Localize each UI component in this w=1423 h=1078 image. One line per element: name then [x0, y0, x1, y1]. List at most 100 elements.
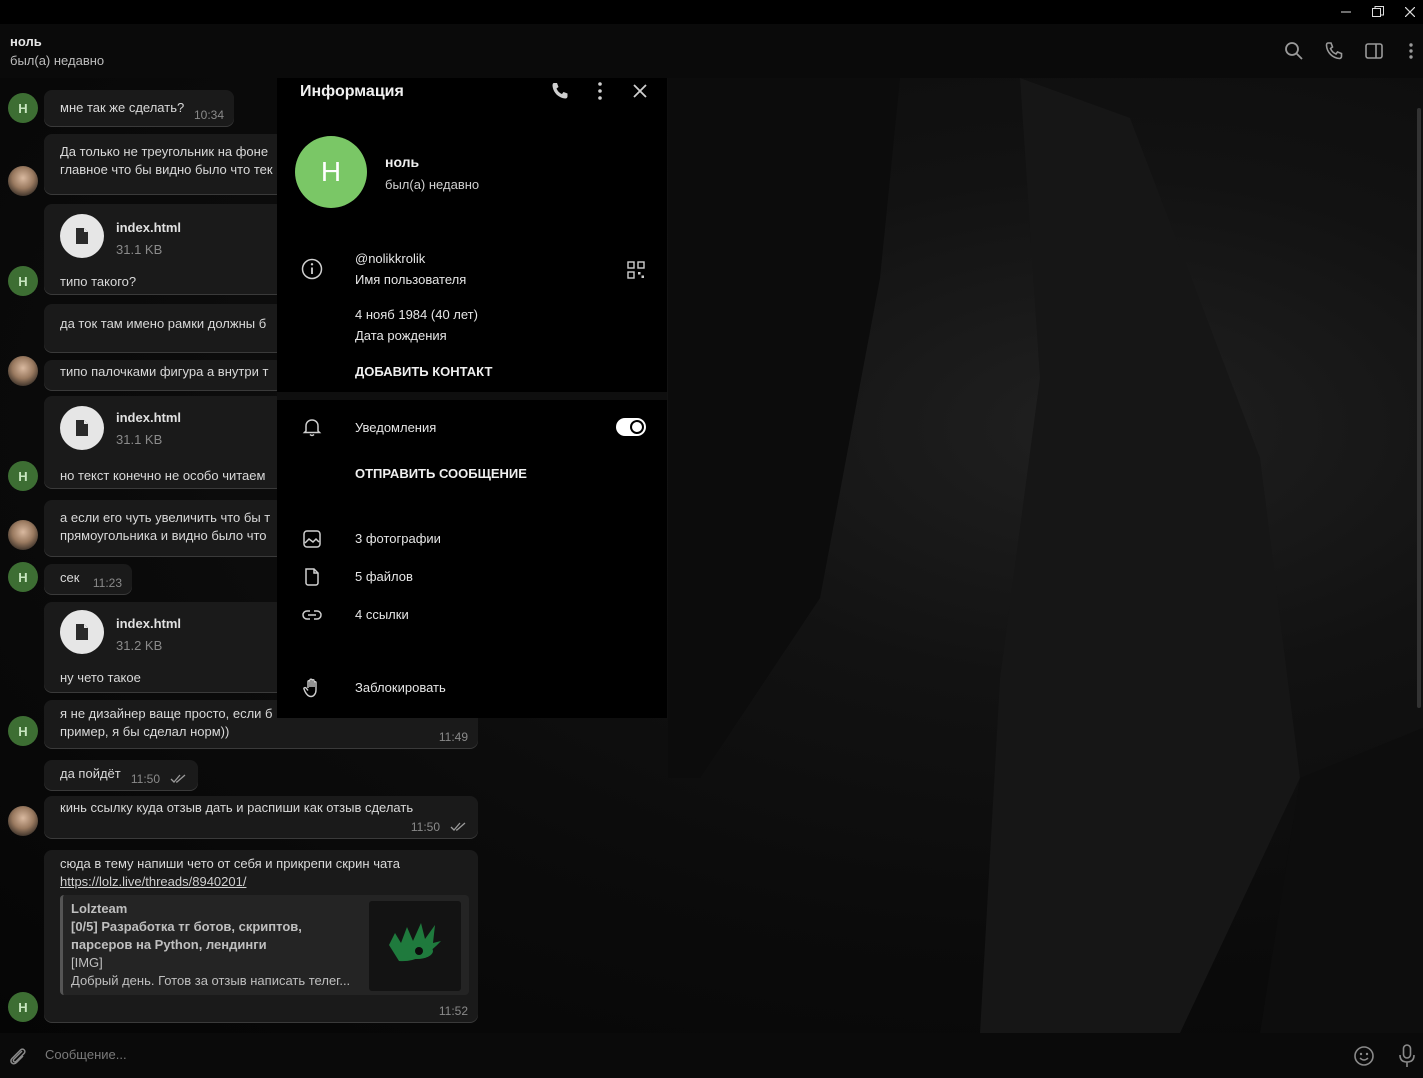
file-size: 31.1 KB: [116, 242, 163, 257]
message-bubble[interactable]: сюда в тему напиши чето от себя и прикре…: [44, 850, 478, 1022]
chat-scrollbar[interactable]: [1417, 108, 1421, 708]
preview-tag: [IMG]: [71, 955, 103, 970]
message-bubble[interactable]: Да только не треугольник на фоне главное…: [44, 134, 284, 194]
emoji-icon[interactable]: [1352, 1044, 1376, 1068]
chat-title[interactable]: ноль: [10, 34, 42, 49]
message-input-bar[interactable]: Сообщение...: [0, 1033, 1423, 1078]
file-icon[interactable]: [60, 214, 104, 258]
message-text: типо такого?: [60, 274, 137, 289]
avatar[interactable]: [8, 520, 38, 550]
notifications-toggle[interactable]: [616, 418, 646, 436]
avatar[interactable]: Н: [8, 461, 38, 491]
sidebar-toggle-icon[interactable]: [1362, 39, 1386, 63]
file-icon[interactable]: [60, 610, 104, 654]
panel-title: Информация: [300, 83, 404, 100]
file-message[interactable]: index.html 31.1 KB типо такого?: [44, 204, 284, 294]
profile-status: был(а) недавно: [385, 177, 480, 192]
message-text: но текст конечно не особо читаем: [60, 468, 266, 483]
avatar[interactable]: [8, 806, 38, 836]
divider: [277, 392, 667, 400]
message-text: типо палочками фигура а внутри т: [60, 364, 269, 379]
profile-avatar[interactable]: Н: [295, 136, 367, 208]
preview-title: [0/5] Разработка тг ботов, скриптов,: [71, 919, 302, 934]
photos-link[interactable]: 3 фотографии: [355, 531, 441, 546]
message-bubble[interactable]: типо палочками фигура а внутри т: [44, 360, 284, 390]
close-panel-icon[interactable]: [628, 79, 652, 103]
links-link[interactable]: 4 ссылки: [355, 607, 409, 622]
notifications-label: Уведомления: [355, 420, 437, 435]
photo-icon: [300, 527, 324, 551]
message-time: 11:52: [438, 1004, 468, 1018]
avatar[interactable]: Н: [8, 716, 38, 746]
chat-header[interactable]: ноль был(а) недавно: [0, 24, 1423, 78]
message-text: главное что бы видно было что тек: [60, 162, 273, 177]
message-bubble[interactable]: кинь ссылку куда отзыв дать и распиши ка…: [44, 796, 478, 838]
message-text: Да только не треугольник на фоне: [60, 144, 269, 159]
avatar[interactable]: [8, 166, 38, 196]
file-message[interactable]: index.html 31.2 KB ну чето такое: [44, 602, 284, 692]
avatar[interactable]: Н: [8, 992, 38, 1022]
window-titlebar: [0, 0, 1423, 24]
panel-more-icon[interactable]: [588, 79, 612, 103]
chat-area[interactable]: Н мне так же сделать? 10:34 Да только не…: [0, 78, 1423, 1033]
file-name[interactable]: index.html: [116, 410, 181, 425]
divider: [277, 494, 667, 502]
message-text: да пойдёт: [60, 766, 121, 781]
avatar[interactable]: [8, 356, 38, 386]
file-name[interactable]: index.html: [116, 220, 181, 235]
add-contact-button[interactable]: ДОБАВИТЬ КОНТАКТ: [355, 364, 492, 379]
profile-username[interactable]: @nolikkrolik: [355, 251, 425, 266]
message-link[interactable]: https://lolz.live/threads/8940201/: [60, 874, 246, 889]
message-bubble[interactable]: мне так же сделать? 10:34: [44, 90, 234, 126]
avatar[interactable]: Н: [8, 93, 38, 123]
link-preview[interactable]: Lolzteam [0/5] Разработка тг ботов, скри…: [60, 895, 469, 995]
call-icon[interactable]: [548, 79, 572, 103]
send-message-button[interactable]: ОТПРАВИТЬ СООБЩЕНИЕ: [355, 466, 527, 481]
profile-birthday: 4 нояб 1984 (40 лет): [355, 307, 478, 322]
preview-thumbnail[interactable]: [369, 901, 461, 991]
close-window-icon[interactable]: [1397, 2, 1423, 22]
message-text: сюда в тему напиши чето от себя и прикре…: [60, 856, 400, 871]
file-icon[interactable]: [60, 406, 104, 450]
preview-site: Lolzteam: [71, 901, 128, 916]
message-time: 11:50: [130, 772, 160, 786]
message-input[interactable]: Сообщение...: [45, 1047, 127, 1062]
more-menu-icon[interactable]: [1399, 39, 1423, 63]
attach-icon[interactable]: [7, 1045, 29, 1067]
minimize-icon[interactable]: [1333, 2, 1359, 22]
message-text: сек: [60, 570, 80, 585]
message-time: 11:49: [438, 730, 468, 744]
phone-icon[interactable]: [1322, 39, 1346, 63]
message-bubble[interactable]: да ток там имено рамки должны б: [44, 304, 284, 352]
message-bubble[interactable]: да пойдёт 11:50: [44, 760, 198, 790]
qr-code-icon[interactable]: [624, 258, 648, 282]
message-text: а если его чуть увеличить что бы т: [60, 510, 271, 525]
message-time: 11:23: [92, 576, 122, 590]
message-bubble[interactable]: а если его чуть увеличить что бы т прямо…: [44, 500, 284, 556]
avatar[interactable]: Н: [8, 266, 38, 296]
message-text: да ток там имено рамки должны б: [60, 316, 267, 331]
message-text: пример, я бы сделал норм)): [60, 724, 230, 739]
files-link[interactable]: 5 файлов: [355, 569, 413, 584]
message-text: я не дизайнер ваще просто, если б: [60, 706, 273, 721]
info-panel[interactable]: Информация Н ноль был(а) недавно @nolikk…: [277, 78, 667, 718]
message-time: 11:50: [410, 820, 440, 834]
file-message[interactable]: index.html 31.1 KB но текст конечно не о…: [44, 396, 284, 488]
toggle-knob-center: [632, 422, 642, 432]
message-bubble[interactable]: сек 11:23: [44, 564, 132, 594]
block-user-button[interactable]: Заблокировать: [355, 680, 446, 695]
username-label: Имя пользователя: [355, 272, 467, 287]
message-text: мне так же сделать?: [60, 100, 185, 115]
file-icon: [300, 565, 324, 589]
search-icon[interactable]: [1282, 39, 1306, 63]
message-text: кинь ссылку куда отзыв дать и распиши ка…: [60, 800, 414, 815]
microphone-icon[interactable]: [1395, 1043, 1419, 1069]
preview-description: Добрый день. Готов за отзыв написать тел…: [71, 973, 351, 988]
preview-title: парсеров на Python, лендинги: [71, 937, 267, 952]
avatar[interactable]: Н: [8, 562, 38, 592]
hand-block-icon: [300, 676, 324, 700]
restore-icon[interactable]: [1365, 2, 1391, 22]
message-time: 10:34: [193, 108, 224, 122]
file-name[interactable]: index.html: [116, 616, 181, 631]
read-checkmarks-icon: [170, 774, 186, 783]
